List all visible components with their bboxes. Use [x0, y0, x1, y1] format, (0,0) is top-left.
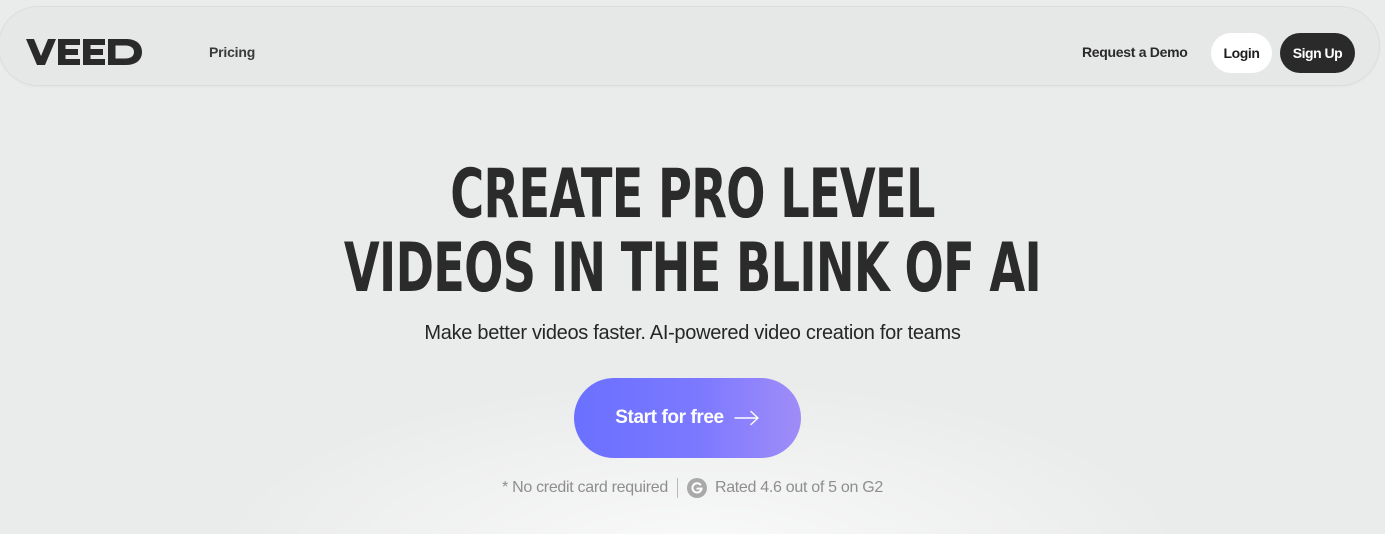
top-navbar: Pricing Request a Demo Login Sign Up — [0, 6, 1380, 86]
hero-headline-line-1: CREATE PRO LEVEL — [450, 155, 935, 234]
hero-headline-line-2: VIDEOS IN THE BLINK OF AI — [343, 229, 1042, 308]
hero-footnote: * No credit card required Rated 4.6 out … — [0, 478, 1385, 498]
hero-subtitle: Make better videos faster. AI-powered vi… — [424, 322, 961, 344]
login-button[interactable]: Login — [1211, 33, 1272, 73]
start-for-free-button[interactable]: Start for free — [574, 378, 801, 458]
veed-logo-wordmark — [26, 39, 142, 65]
cta-label: Start for free — [615, 407, 724, 428]
footnote-divider — [676, 478, 678, 498]
veed-logo[interactable] — [26, 37, 142, 67]
hero-headline: CREATE PRO LEVEL VIDEOS IN THE BLINK OF … — [0, 158, 1385, 306]
arrow-right-icon — [734, 410, 760, 426]
g2-rating-text: Rated 4.6 out of 5 on G2 — [714, 479, 883, 496]
nav-link-request-demo[interactable]: Request a Demo — [1082, 44, 1188, 60]
nav-link-pricing[interactable]: Pricing — [209, 44, 255, 60]
g2-icon — [686, 478, 707, 498]
signup-button[interactable]: Sign Up — [1280, 33, 1355, 73]
no-credit-card-note: * No credit card required — [502, 479, 668, 496]
